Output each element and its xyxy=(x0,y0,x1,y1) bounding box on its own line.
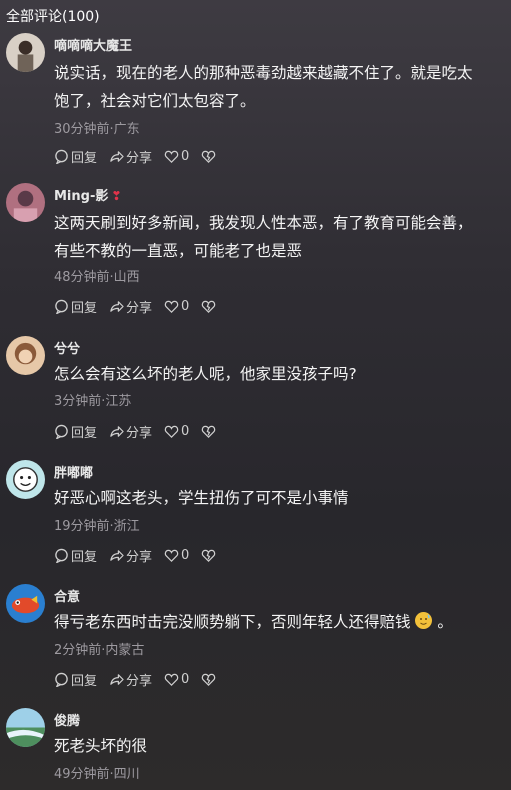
comment-meta: 19分钟前·浙江 xyxy=(54,519,140,534)
avatar[interactable] xyxy=(6,183,45,222)
broken-heart-icon xyxy=(202,673,216,686)
dislike-button[interactable] xyxy=(201,424,218,439)
heart-badge-icon: ❣ xyxy=(111,189,122,203)
username[interactable]: Ming-影 ❣ xyxy=(54,185,121,204)
share-button[interactable]: 分享 xyxy=(109,297,152,316)
like-button[interactable]: 0 xyxy=(164,548,189,563)
broken-heart-icon xyxy=(202,150,216,163)
share-button[interactable]: 分享 xyxy=(109,422,152,441)
reply-button[interactable]: 回复 xyxy=(54,546,97,565)
username[interactable]: 俊腾 xyxy=(54,710,80,729)
sweat-smile-emoji-icon xyxy=(415,612,433,629)
avatar[interactable] xyxy=(6,708,45,747)
dislike-button[interactable] xyxy=(201,672,218,687)
comment-meta: 48分钟前·山西 xyxy=(54,270,140,285)
like-button[interactable]: 0 xyxy=(164,672,189,687)
broken-heart-icon xyxy=(202,549,216,562)
avatar[interactable] xyxy=(6,336,45,375)
heart-icon xyxy=(164,425,179,438)
comment-text: 死老头坏的很 xyxy=(54,737,148,755)
heart-icon xyxy=(164,300,179,313)
reply-icon xyxy=(55,424,68,439)
comment-meta: 2分钟前·内蒙古 xyxy=(54,643,145,658)
broken-heart-icon xyxy=(202,300,216,313)
share-icon xyxy=(110,151,124,162)
like-button[interactable]: 0 xyxy=(164,149,189,164)
avatar[interactable] xyxy=(6,33,45,72)
reply-icon xyxy=(55,672,68,687)
comment-text: 说实话，现在的老人的那种恶毒劲越来越藏不住了。就是吃太 饱了，社会对它们太包容了… xyxy=(54,64,473,110)
username[interactable]: 合意 xyxy=(54,586,80,605)
username[interactable]: 兮兮 xyxy=(54,338,80,357)
avatar[interactable] xyxy=(6,584,45,623)
dislike-button[interactable] xyxy=(201,548,218,563)
share-icon xyxy=(110,550,124,561)
reply-button[interactable]: 回复 xyxy=(54,422,97,441)
share-button[interactable]: 分享 xyxy=(109,670,152,689)
comment-text: 得亏老东西时击完没顺势躺下，否则年轻人还得赔钱 。 xyxy=(54,612,453,631)
like-count: 0 xyxy=(181,672,190,687)
comment-text: 怎么会有这么坏的老人呢，他家里没孩子吗? xyxy=(54,365,357,383)
share-icon xyxy=(110,426,124,437)
broken-heart-icon xyxy=(202,425,216,438)
share-button[interactable]: 分享 xyxy=(109,147,152,166)
comment-text: 这两天刷到好多新闻，我发现人性本恶，有了教育可能会善， 有些不教的一直恶，可能老… xyxy=(54,214,473,260)
like-button[interactable]: 0 xyxy=(164,299,189,314)
dislike-button[interactable] xyxy=(201,149,218,164)
comment-text: 好恶心啊这老头，学生扭伤了可不是小事情 xyxy=(54,489,349,507)
username[interactable]: 胖嘟嘟 xyxy=(54,462,93,481)
share-icon xyxy=(110,674,124,685)
comment-meta: 49分钟前·四川 xyxy=(54,767,140,782)
username[interactable]: 嘀嘀嘀大魔王 xyxy=(54,35,132,54)
like-count: 0 xyxy=(181,149,190,164)
share-button[interactable]: 分享 xyxy=(109,546,152,565)
like-button[interactable]: 0 xyxy=(164,424,189,439)
reply-button[interactable]: 回复 xyxy=(54,670,97,689)
avatar[interactable] xyxy=(6,460,45,499)
reply-button[interactable]: 回复 xyxy=(54,147,97,166)
comments-header: 全部评论(100) xyxy=(6,9,100,25)
like-count: 0 xyxy=(181,548,190,563)
like-count: 0 xyxy=(181,424,190,439)
reply-icon xyxy=(55,548,68,563)
comment-meta: 30分钟前·广东 xyxy=(54,122,140,137)
heart-icon xyxy=(164,549,179,562)
reply-button[interactable]: 回复 xyxy=(54,297,97,316)
heart-icon xyxy=(164,150,179,163)
dislike-button[interactable] xyxy=(201,299,218,314)
reply-icon xyxy=(55,299,68,314)
reply-icon xyxy=(55,149,68,164)
share-icon xyxy=(110,301,124,312)
heart-icon xyxy=(164,673,179,686)
comment-meta: 3分钟前·江苏 xyxy=(54,394,132,409)
like-count: 0 xyxy=(181,299,190,314)
